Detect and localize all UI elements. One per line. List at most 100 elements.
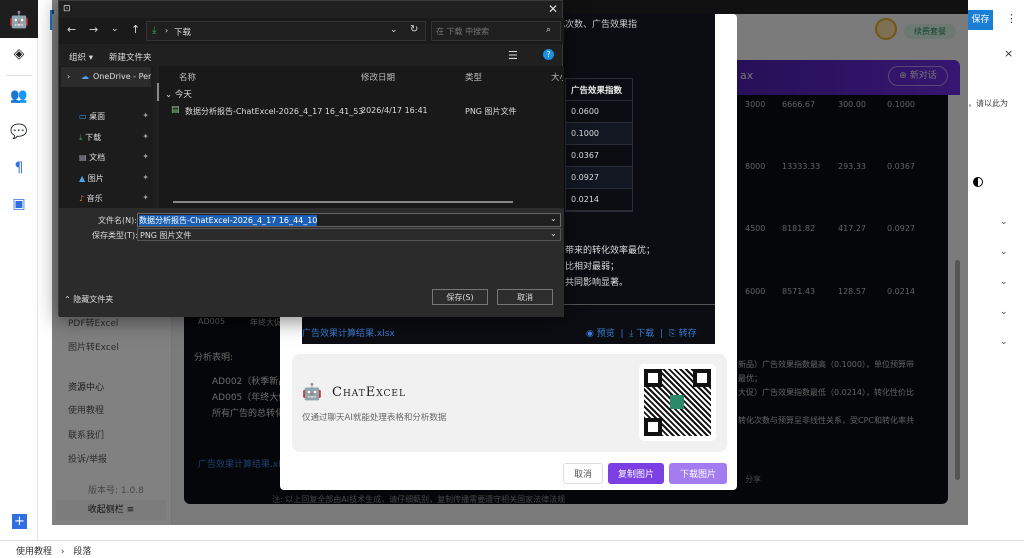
nav-item-onedrive[interactable]: › ☁ OneDrive - Per [61,67,151,87]
column-header-date[interactable]: 修改日期 [361,71,395,83]
pin-icon[interactable]: ✦ [142,193,149,202]
index-value: 0.0214 [566,189,632,211]
filename-input[interactable]: 数据分析报告-ChatExcel-2026_4_17 16_44_10 ⌄ [137,213,561,227]
refresh-icon[interactable]: ↻ [410,24,418,35]
comment-icon[interactable]: 💬 [10,124,28,142]
search-placeholder: 在 下载 中搜索 [436,27,490,36]
forward-icon[interactable]: → [89,23,98,36]
filetype-value: PNG 图片文件 [140,231,192,240]
up-icon[interactable]: ↑ [131,23,140,36]
nav-item[interactable]: ▲ 图片 ✦ [79,173,149,187]
file-list: 名称 修改日期 类型 大小 ⌄ 今天 ▤ 数据分析报告-ChatExcel-20… [159,66,564,208]
group-header[interactable]: ⌄ 今天 [165,88,192,100]
help-icon[interactable]: ? [543,49,554,60]
index-value: 0.1000 [566,123,632,145]
panel-text: ，请以此为 [968,99,1008,108]
index-value: 0.0600 [566,101,632,123]
save-button[interactable]: 保存(S) [432,289,488,305]
file-date: 2026/4/17 16:41 [361,106,428,115]
breadcrumb-separator: › [60,547,65,557]
file-actions: ◉ 预览 | ⤓ 下载 | ⎘ 转存 [586,329,697,339]
history-chevron-icon[interactable]: ⌄ [111,24,119,34]
filename-value: 数据分析报告-ChatExcel-2026_4_17 16_44_10 [139,215,318,226]
file-row[interactable]: ▤ 数据分析报告-ChatExcel-2026_4_17 16_41_53 20… [169,104,559,118]
organize-menu[interactable]: 组织 ▾ [69,51,93,63]
close-icon[interactable]: ✕ [548,2,558,16]
file-link[interactable]: 广告效果计算结果.xlsx [302,326,395,339]
cloud-icon: ☁ [81,72,89,81]
filetype-select[interactable]: PNG 图片文件 ⌄ [137,228,561,241]
path-label: 下载 [174,28,192,38]
column-header-name[interactable]: 名称 [179,71,196,83]
save-button[interactable]: 保存 [968,10,993,30]
pictures-icon: ▲ [79,173,86,183]
address-bar[interactable]: ⤓ › 下载 ⌄ ↻ [146,21,426,41]
qr-code [639,364,716,441]
add-button[interactable]: + [12,514,27,529]
desktop-icon: ▭ [79,112,87,121]
pin-icon[interactable]: ✦ [142,173,149,182]
chevron-down-icon[interactable]: ⌄ ⌄ ⌄ ⌄ ⌄ [1000,207,1008,357]
brand-tagline: 仅通过聊天AI就能处理表格和分析数据 [302,413,447,423]
paragraph-icon[interactable]: ¶ [10,160,28,178]
scrollbar[interactable] [955,260,960,480]
download-folder-icon: ⤓ [152,25,157,36]
more-icon[interactable]: ⋮ [1006,12,1017,25]
brand-card: 🤖 ChatExcel 仅通过聊天AI就能处理表格和分析数据 [292,354,727,452]
column-header: 广告效果指数 [566,79,632,101]
file-name: 数据分析报告-ChatExcel-2026_4_17 16_41_53 [185,107,364,116]
download-icon: ⤓ [79,132,83,142]
music-icon: ♪ [79,194,85,203]
app-icon: ⊡ [63,4,71,14]
nav-label: 下载 [85,132,102,142]
chevron-down-icon[interactable]: ⌄ [550,214,557,223]
nav-pane: › ☁ OneDrive - Per ▭ 桌面 ✦ ⤓ 下载 ✦ ▤ 文档 ✦ ▲ 图片 ✦ ♪… [59,66,154,208]
download-link[interactable]: 下载 [636,329,654,339]
hide-folders-toggle[interactable]: ⌃ 隐藏文件夹 [64,294,113,305]
download-image-button[interactable]: 下载图片 [669,463,727,484]
nav-item[interactable]: ▭ 桌面 ✦ [79,111,149,125]
nav-item[interactable]: ▤ 文档 ✦ [79,152,149,166]
cancel-button[interactable]: 取消 [497,289,553,305]
image-icon[interactable]: ▣ [10,196,28,214]
pin-icon[interactable]: ✦ [142,111,149,120]
nav-bar: ← → ⌄ ↑ ⤓ › 下载 ⌄ ↻ 在 下载 中搜索 ⌕ [59,18,564,44]
save-file-icon: ⎘ [668,329,676,339]
chevron-down-icon[interactable]: ⌄ [550,229,557,238]
nav-label: 桌面 [89,112,106,121]
pin-icon[interactable]: ✦ [142,132,149,141]
nav-item[interactable]: ♪ 音乐 ✦ [79,193,149,207]
download-icon: ⤓ [629,329,634,339]
breadcrumb-item[interactable]: 使用教程 [16,547,52,557]
save-link[interactable]: 转存 [679,329,697,339]
eye-icon: ◉ [586,329,594,339]
preview-lines: 带来的转化效率最优； 比相对最弱； 共同影响显著。 [565,243,655,291]
chevron-down-icon[interactable]: ⌄ [390,25,398,35]
close-icon[interactable]: × [1004,47,1013,60]
pin-icon[interactable]: ✦ [142,152,149,161]
index-value: 0.0927 [566,167,632,189]
dialog-footer: 文件名(N): 数据分析报告-ChatExcel-2026_4_17 16_44… [59,208,564,317]
save-file-dialog: ⊡ ✕ ← → ⌄ ↑ ⤓ › 下载 ⌄ ↻ 在 下载 中搜索 ⌕ 组织 ▾ 新… [58,0,564,317]
horizontal-scrollbar[interactable] [173,201,513,203]
divider [6,75,32,76]
column-header-type[interactable]: 类型 [465,71,482,83]
view-icon[interactable]: ☰ [508,49,518,62]
column-header-size[interactable]: 大小 [551,71,563,83]
back-icon[interactable]: ← [67,23,76,36]
contrast-icon[interactable] [973,177,983,187]
copy-image-button[interactable]: 复制图片 [608,463,664,484]
analysis-line: 共同影响显著。 [565,278,629,288]
nav-item[interactable]: ⤓ 下载 ✦ [79,132,149,146]
file-type: PNG 图片文件 [465,107,517,116]
hide-folders-label: 隐藏文件夹 [73,295,114,304]
filetype-label: 保存类型(T): [92,231,138,240]
users-icon[interactable]: 👥 [10,88,28,106]
index-column: 广告效果指数 0.0600 0.1000 0.0367 0.0927 0.0214 [565,78,633,212]
breadcrumb-item[interactable]: 段落 [73,547,91,557]
search-input[interactable]: 在 下载 中搜索 ⌕ [431,21,561,41]
preview-link[interactable]: 预览 [597,329,615,339]
layers-icon[interactable]: ◈ [10,46,28,64]
new-folder-button[interactable]: 新建文件夹 [109,51,152,63]
cancel-button[interactable]: 取消 [563,463,603,484]
